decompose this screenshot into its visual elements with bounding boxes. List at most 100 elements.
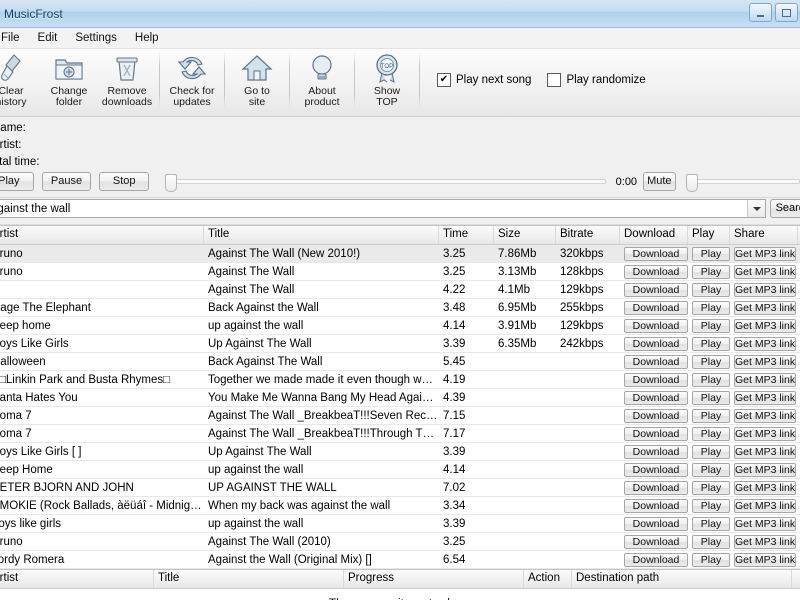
menu-item-edit[interactable]: Edit <box>29 30 67 46</box>
play-randomize-checkbox[interactable] <box>547 73 561 87</box>
play-row-button[interactable]: Play <box>692 283 730 297</box>
stop-button[interactable]: Stop <box>99 172 149 191</box>
get-mp3-link-button[interactable]: Get MP3 link <box>734 283 796 297</box>
search-combobox[interactable]: against the wall <box>0 199 766 218</box>
get-mp3-link-button[interactable]: Get MP3 link <box>734 535 796 549</box>
table-row[interactable]: □□Linkin Park and Busta Rhymes□Together … <box>0 371 800 389</box>
play-row-button[interactable]: Play <box>692 373 730 387</box>
download-button[interactable]: Download <box>624 463 688 477</box>
get-mp3-link-button[interactable]: Get MP3 link <box>734 517 796 531</box>
table-row[interactable]: PETER BJORN AND JOHNUP AGAINST THE WALL7… <box>0 479 800 497</box>
play-row-button[interactable]: Play <box>692 427 730 441</box>
get-mp3-link-button[interactable]: Get MP3 link <box>734 337 796 351</box>
column-header-time[interactable]: Time <box>439 226 494 244</box>
get-mp3-link-button[interactable]: Get MP3 link <box>734 319 796 333</box>
toolbar-button-change-folder[interactable]: Change folder <box>40 49 98 108</box>
option-play-randomize[interactable]: Play randomize <box>547 73 645 87</box>
table-row[interactable]: Koma 7Against The Wall _BreakbeaT!!!Thro… <box>0 425 800 443</box>
download-button[interactable]: Download <box>624 391 688 405</box>
volume-thumb[interactable] <box>686 174 698 192</box>
table-row[interactable]: boys like girlsup against the wall3.39Do… <box>0 515 800 533</box>
download-button[interactable]: Download <box>624 319 688 333</box>
play-row-button[interactable]: Play <box>692 445 730 459</box>
play-row-button[interactable]: Play <box>692 499 730 513</box>
column-header-download[interactable]: Download <box>620 226 688 244</box>
column-header-artist[interactable]: Artist <box>0 226 204 244</box>
download-button[interactable]: Download <box>624 283 688 297</box>
get-mp3-link-button[interactable]: Get MP3 link <box>734 499 796 513</box>
get-mp3-link-button[interactable]: Get MP3 link <box>734 247 796 261</box>
toolbar-button-remove-downloads[interactable]: Remove downloads <box>98 49 156 108</box>
download-button[interactable]: Download <box>624 355 688 369</box>
play-row-button[interactable]: Play <box>692 265 730 279</box>
play-row-button[interactable]: Play <box>692 535 730 549</box>
downloads-column-title[interactable]: Title <box>154 570 344 588</box>
table-row[interactable]: Boys Like Girls [ ]Up Against The Wall3.… <box>0 443 800 461</box>
download-button[interactable]: Download <box>624 499 688 513</box>
download-button[interactable]: Download <box>624 373 688 387</box>
get-mp3-link-button[interactable]: Get MP3 link <box>734 391 796 405</box>
play-row-button[interactable]: Play <box>692 553 730 567</box>
get-mp3-link-button[interactable]: Get MP3 link <box>734 553 796 567</box>
table-row[interactable]: BrunoAgainst The Wall (2010)3.25Download… <box>0 533 800 551</box>
download-button[interactable]: Download <box>624 427 688 441</box>
download-button[interactable]: Download <box>624 265 688 279</box>
table-row[interactable]: Keep homeup against the wall4.143.91Mb12… <box>0 317 800 335</box>
table-row[interactable]: Jordy RomeraAgainst the Wall (Original M… <box>0 551 800 569</box>
search-button[interactable]: Search <box>770 199 800 218</box>
downloads-column-progress[interactable]: Progress <box>344 570 524 588</box>
toolbar-button-about-product[interactable]: About product <box>293 49 351 108</box>
downloads-column-artist[interactable]: Artist <box>0 570 154 588</box>
column-header-play[interactable]: Play <box>688 226 730 244</box>
seek-thumb[interactable] <box>165 174 177 192</box>
toolbar-button-check-updates[interactable]: Check for updates <box>163 49 221 108</box>
seek-slider[interactable] <box>165 173 606 191</box>
table-row[interactable]: HalloweenBack Against The Wall5.45Downlo… <box>0 353 800 371</box>
table-row[interactable]: Koma 7Against The Wall _BreakbeaT!!!Seve… <box>0 407 800 425</box>
toolbar-button-clear-history[interactable]: Clear history <box>0 49 40 108</box>
download-button[interactable]: Download <box>624 517 688 531</box>
downloads-column-action[interactable]: Action <box>524 570 572 588</box>
table-row[interactable]: BrunoAgainst The Wall3.253.13Mb128kbpsDo… <box>0 263 800 281</box>
play-next-song-checkbox[interactable]: ✔ <box>437 73 451 87</box>
table-row[interactable]: Boys Like GirlsUp Against The Wall3.396.… <box>0 335 800 353</box>
menu-item-help[interactable]: Help <box>126 30 168 46</box>
download-button[interactable]: Download <box>624 553 688 567</box>
get-mp3-link-button[interactable]: Get MP3 link <box>734 463 796 477</box>
column-header-title[interactable]: Title <box>204 226 439 244</box>
play-row-button[interactable]: Play <box>692 337 730 351</box>
download-button[interactable]: Download <box>624 337 688 351</box>
get-mp3-link-button[interactable]: Get MP3 link <box>734 373 796 387</box>
column-header-share[interactable]: Share <box>730 226 798 244</box>
play-row-button[interactable]: Play <box>692 247 730 261</box>
get-mp3-link-button[interactable]: Get MP3 link <box>734 445 796 459</box>
download-button[interactable]: Download <box>624 481 688 495</box>
column-header-bitrate[interactable]: Bitrate <box>556 226 620 244</box>
download-button[interactable]: Download <box>624 409 688 423</box>
download-button[interactable]: Download <box>624 247 688 261</box>
toolbar-button-show-top[interactable]: TOP Show TOP <box>358 49 416 108</box>
table-row[interactable]: Santa Hates YouYou Make Me Wanna Bang My… <box>0 389 800 407</box>
toolbar-button-go-to-site[interactable]: Go to site <box>228 49 286 108</box>
play-row-button[interactable]: Play <box>692 355 730 369</box>
downloads-column-destination[interactable]: Destination path <box>572 570 792 588</box>
download-button[interactable]: Download <box>624 535 688 549</box>
search-input[interactable]: against the wall <box>0 203 747 215</box>
get-mp3-link-button[interactable]: Get MP3 link <box>734 427 796 441</box>
volume-slider[interactable] <box>686 173 800 191</box>
get-mp3-link-button[interactable]: Get MP3 link <box>734 481 796 495</box>
table-row[interactable]: BrunoAgainst The Wall (New 2010!)3.257.8… <box>0 245 800 263</box>
play-row-button[interactable]: Play <box>692 481 730 495</box>
download-button[interactable]: Download <box>624 445 688 459</box>
pause-button[interactable]: Pause <box>42 172 92 191</box>
maximize-button[interactable] <box>775 3 798 22</box>
option-play-next-song[interactable]: ✔ Play next song <box>437 73 531 87</box>
get-mp3-link-button[interactable]: Get MP3 link <box>734 409 796 423</box>
table-row[interactable]: SMOKIE (Rock Ballads, àëüáî - Midnight C… <box>0 497 800 515</box>
get-mp3-link-button[interactable]: Get MP3 link <box>734 301 796 315</box>
column-header-size[interactable]: Size <box>494 226 556 244</box>
get-mp3-link-button[interactable]: Get MP3 link <box>734 355 796 369</box>
get-mp3-link-button[interactable]: Get MP3 link <box>734 265 796 279</box>
download-button[interactable]: Download <box>624 301 688 315</box>
menu-item-file[interactable]: File <box>0 30 29 46</box>
